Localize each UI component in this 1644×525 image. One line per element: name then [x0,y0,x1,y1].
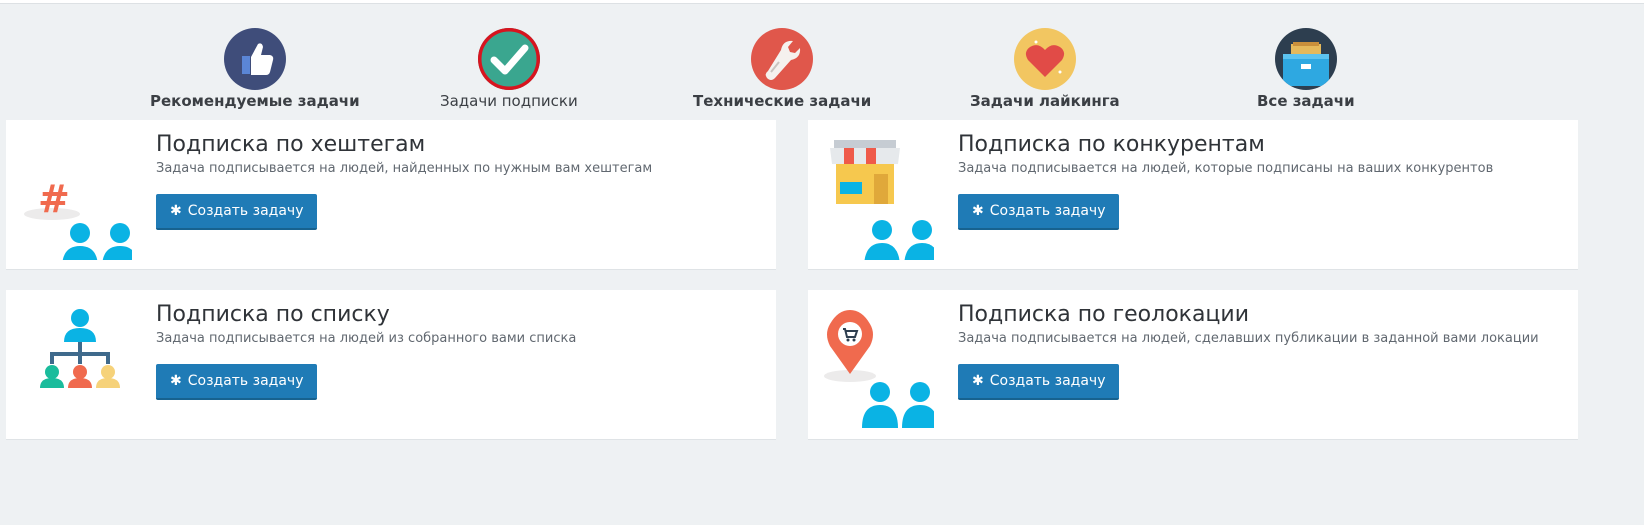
task-title: Подписка по конкурентам [958,132,1265,157]
archive-box-icon [1274,28,1337,90]
task-card-list: Подписка по списку Задача подписывается … [6,290,776,440]
task-title: Подписка по геолокации [958,302,1250,327]
tab-liking-tasks[interactable]: Задачи лайкинга [970,28,1120,110]
task-card-geolocation: Подписка по геолокации Задача подписывае… [808,290,1578,440]
create-task-button[interactable]: ✱ Создать задачу [156,194,318,230]
task-description: Задача подписывается на людей, которые п… [958,161,1494,176]
hashtag-users-icon: # [20,138,138,268]
store-users-icon [822,138,940,268]
tab-label: Задачи подписки [440,92,578,110]
asterisk-icon: ✱ [972,203,984,219]
task-card-hashtags: # Подписка по хештегам Задача подписывае… [6,120,776,270]
location-pin-users-icon [822,308,938,430]
tab-label: Рекомендуемые задачи [150,92,360,110]
org-list-icon [20,308,132,430]
tab-label: Технические задачи [693,92,872,110]
create-task-label: Создать задачу [187,203,304,219]
thumbs-up-icon [223,28,286,90]
tab-label: Задачи лайкинга [970,92,1120,110]
task-description: Задача подписывается на людей, сделавших… [958,331,1539,346]
asterisk-icon: ✱ [170,373,182,389]
task-card-competitors: Подписка по конкурентам Задача подписыва… [808,120,1578,270]
create-task-button[interactable]: ✱ Создать задачу [958,194,1120,230]
tab-all-tasks[interactable]: Все задачи [1257,28,1355,110]
wrench-icon [751,28,814,90]
tab-subscription-tasks[interactable]: Задачи подписки [440,28,578,110]
heart-icon [1013,28,1076,90]
create-task-button[interactable]: ✱ Создать задачу [958,364,1120,400]
asterisk-icon: ✱ [170,203,182,219]
svg-text:#: # [38,177,70,221]
asterisk-icon: ✱ [972,373,984,389]
checkmark-icon [477,28,540,90]
create-task-button[interactable]: ✱ Создать задачу [156,364,318,400]
create-task-label: Создать задачу [989,373,1106,389]
task-description: Задача подписывается на людей, найденных… [156,161,653,176]
task-description: Задача подписывается на людей из собранн… [156,331,577,346]
task-title: Подписка по списку [156,302,390,327]
create-task-label: Создать задачу [989,203,1106,219]
top-border [0,0,1644,4]
tab-technical-tasks[interactable]: Технические задачи [693,28,871,110]
task-title: Подписка по хештегам [156,132,426,157]
tab-recommended-tasks[interactable]: Рекомендуемые задачи [150,28,360,110]
tab-label: Все задачи [1257,92,1355,110]
create-task-label: Создать задачу [187,373,304,389]
